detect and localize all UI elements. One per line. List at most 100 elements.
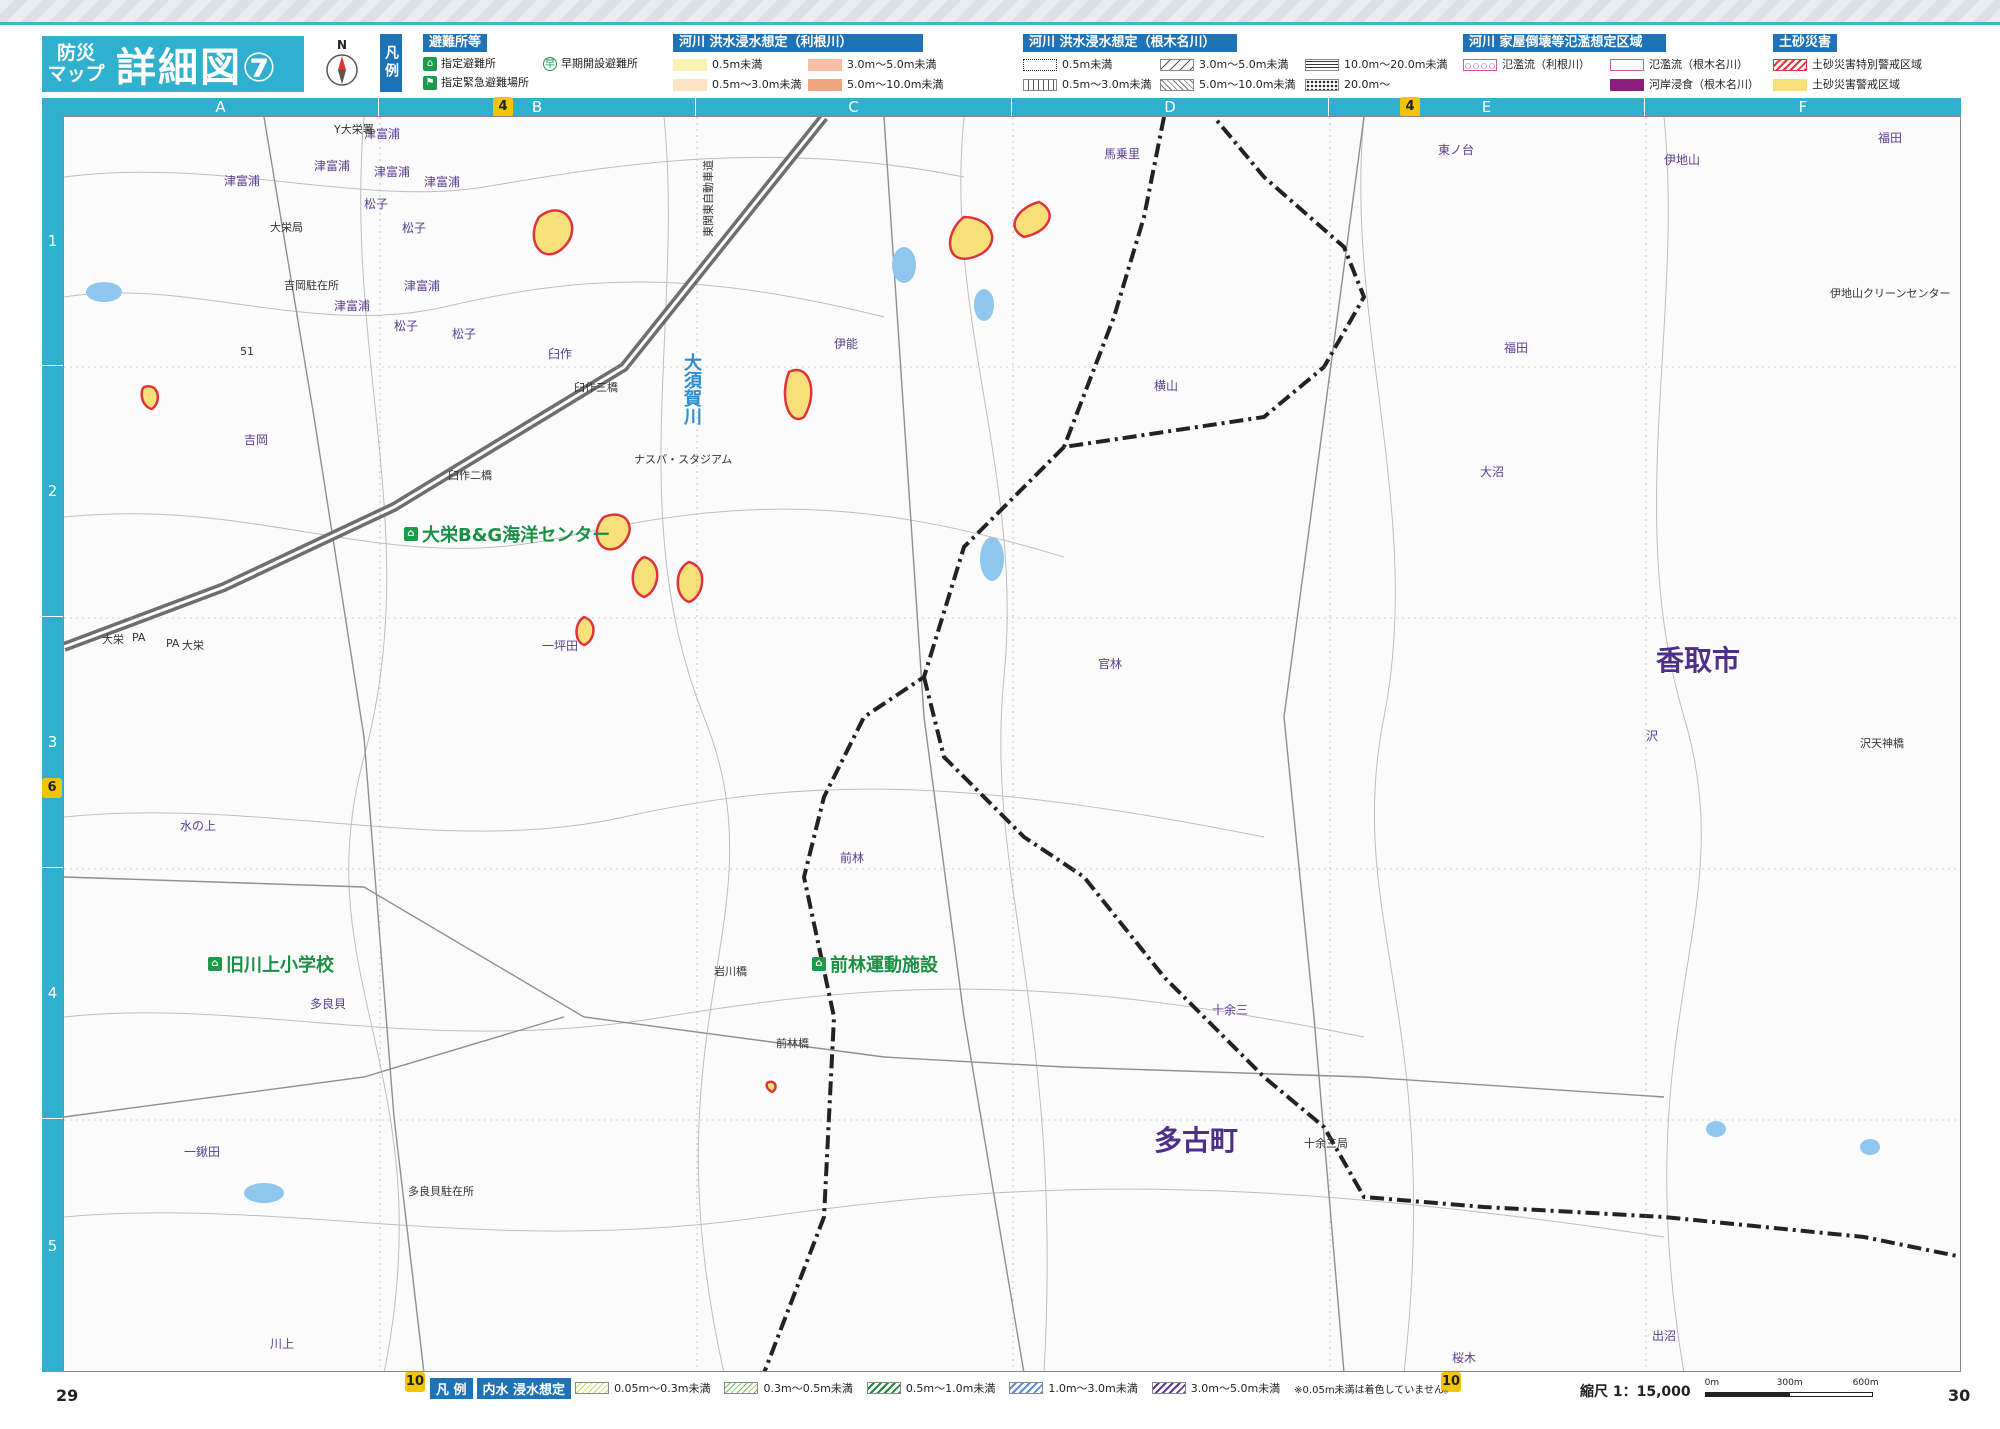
place-name: 松子 [452,327,477,341]
place-name: 沢 [1646,729,1659,743]
facility-maebayashi-sports[interactable]: ⌂ 前林運動施設 [812,951,938,977]
landmark-label: 大栄局 [270,221,303,234]
scale-bar: 縮尺 1：15,000 0m 300m 600m [1580,1378,1879,1402]
title-block: 防災 マップ 詳細図⑦ [42,36,304,92]
map-area[interactable]: 津富浦 津富浦 津富浦 津富浦 津富浦 津富浦 津富浦 松子 松子 松子 松子 … [63,116,1961,1372]
bottom-legend-head: 凡 例 [430,1377,473,1399]
column-label: A [63,98,379,116]
inland-flood-legend: 凡 例 内水 浸水想定 0.05m～0.3m未満 0.3m～0.5m未満 0.5… [430,1377,1468,1399]
legend-tone-item: 0.5m～3.0m未満 [673,78,801,92]
facility-former-kawakami-school[interactable]: ⌂ 旧川上小学校 [208,951,334,977]
shelter-icon: ⌂ [423,57,437,71]
landmark-label: 伊地山クリーンセンター [1830,287,1951,300]
emergency-shelter-icon: ⚑ [423,76,437,90]
column-label: E [1329,98,1645,116]
river-label: 大須賀川 [681,353,702,425]
bottom-legend-item: 3.0m～5.0m未満 [1151,1380,1280,1396]
north-label: N [336,38,348,52]
place-name: 津富浦 [374,165,411,179]
page-title: 詳細図⑦ [116,45,278,91]
place-name: 前林 [840,851,865,865]
facility-bg-marine-center[interactable]: ⌂ 大栄B&G海洋センター [404,521,610,547]
place-name: 出沼 [1652,1329,1677,1343]
expressway-label: 東関東自動車道 [702,160,715,237]
legend-collapse-item: 氾濫流（根木名川） [1610,58,1748,72]
bottom-legend-item: 0.3m～0.5m未満 [724,1380,853,1396]
landmark-label: 臼作三橋 [574,381,618,394]
place-name: 松子 [394,319,419,333]
landmark-label: ナスパ・スタジアム [634,453,733,466]
row-bar: 1 2 3 4 5 [42,98,63,1372]
landmark-label: 沢天神橋 [1860,737,1904,750]
early-shelter-icon: 早 [543,57,557,71]
adjacent-map-ref-left[interactable]: 6 [42,778,62,798]
legend-sediment-item: 土砂災害警戒区域 [1773,78,1900,92]
legend-tone-item: 5.0m～10.0m未満 [808,78,943,92]
place-name: 吉岡 [244,433,269,447]
legend-nekina-item: 3.0m～5.0m未満 [1160,58,1288,72]
row-label: 2 [42,366,63,617]
landmark-label: 吉岡駐在所 [284,279,339,292]
legend-shelter-item: ⌂ 指定避難所 [423,57,496,71]
place-name: 東ノ台 [1438,143,1475,157]
row-label: 3 [42,617,63,868]
place-name: 松子 [402,221,427,235]
shelter-icon: ⌂ [208,957,222,971]
city-name: 香取市 [1656,644,1741,677]
landmark-label: 大栄 [182,639,204,652]
place-name: 臼作 [548,347,573,361]
place-name: 大沼 [1480,465,1505,479]
top-stripe [0,0,2000,22]
legend-shelter-item: 早早期開設避難所 [543,57,638,71]
title-small: 防災 マップ [47,42,105,85]
place-name: 津富浦 [314,159,351,173]
legend-shelter-item: ⚑ 指定緊急避難場所 [423,76,529,90]
legend-tone-head: 河川 洪水浸水想定（利根川） [673,34,923,52]
place-name: 十余三 [1212,1003,1249,1017]
legend-nekina-item: 0.5m未満 [1023,58,1112,72]
north-arrow-icon: N [322,38,362,90]
scale-label: 縮尺 1：15,000 [1580,1384,1691,1400]
place-name: 水の上 [180,819,217,833]
place-name: 官林 [1098,657,1123,671]
legend-collapse-item: 氾濫流（利根川） [1463,58,1590,72]
legend-nekina-item: 20.0m～ [1305,78,1390,92]
landmark-label: PA [132,631,146,644]
landmark-label: 多良貝駐在所 [408,1185,474,1198]
shelter-icon: ⌂ [812,957,826,971]
adjacent-map-ref-bottom[interactable]: 10 [405,1372,425,1392]
place-name: 桜木 [1452,1351,1477,1365]
landmark-label: 十余三局 [1304,1137,1348,1150]
adjacent-map-ref-top[interactable]: 4 [1400,97,1420,117]
top-line [0,22,2000,25]
adjacent-map-ref-top[interactable]: 4 [493,97,513,117]
column-label: B [379,98,696,116]
place-name: 一鍬田 [184,1145,221,1159]
bottom-legend-head: 内水 浸水想定 [476,1377,572,1399]
landmark-label: Y大栄署 [334,123,374,136]
legend-nekina-item: 10.0m～20.0m未満 [1305,58,1447,72]
landmark-label: 前林橋 [776,1037,809,1050]
legend-collapse-head: 河川 家屋倒壊等氾濫想定区域 [1463,34,1666,52]
place-name: 松子 [364,197,389,211]
column-label: D [1012,98,1329,116]
landmark-label: PA [166,637,180,650]
legend-tag: 凡例 [380,34,402,92]
place-name: 多良貝 [310,997,347,1011]
legend-tone-item: 3.0m～5.0m未満 [808,58,936,72]
row-label: 5 [47,1236,58,1255]
legend-shelter-head: 避難所等 [423,34,488,52]
place-name: 福田 [1878,131,1903,145]
legend-tone-item: 0.5m未満 [673,58,762,72]
legend-collapse-item: 河岸浸食（根木名川） [1610,78,1759,92]
landmark-label: 岩川橋 [714,965,747,978]
legend-sediment-head: 土砂災害 [1773,34,1838,52]
page-number-right: 30 [1948,1386,1971,1405]
row-label: 1 [42,116,63,366]
legend-sediment-item: 土砂災害特別警戒区域 [1773,58,1922,72]
legend-nekina-head: 河川 洪水浸水想定（根木名川） [1023,34,1237,52]
legend-nekina-item: 5.0m～10.0m未満 [1160,78,1295,92]
column-label: F [1798,98,1808,116]
column-label: C [696,98,1012,116]
bottom-legend-item: 0.05m～0.3m未満 [575,1380,710,1396]
